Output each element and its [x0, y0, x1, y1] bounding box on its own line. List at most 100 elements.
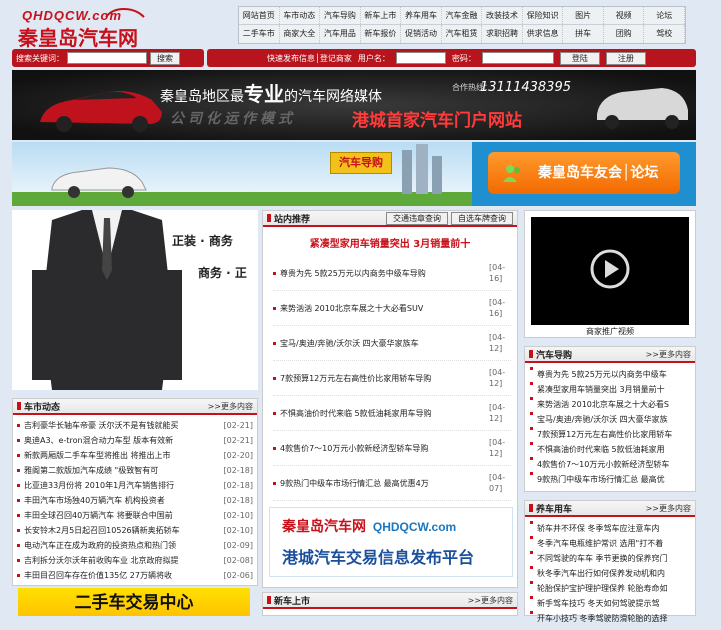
list-item[interactable]: 4款售价7～10万元小款新经济型轿车导购 [04-12] [273, 431, 511, 466]
list-item[interactable]: 丰田目召回车存在价值135亿 27万辆将收 [02-06] [17, 568, 253, 583]
list-item[interactable]: 轮胎保护宝护理护理保养 轮胎寿命如 [530, 581, 690, 596]
search-input[interactable] [67, 52, 147, 64]
nav-item[interactable]: 供求信息 [523, 25, 564, 43]
care-item-title[interactable]: 轿车井不环保 冬季驾车应注意车内 [537, 521, 660, 536]
nav-item[interactable]: 改装技术 [482, 7, 523, 24]
nav-item[interactable]: 拼车 [563, 25, 604, 43]
list-item[interactable]: 吉利拆分沃尔沃年前收购车业 北京政府拟提 [02-08] [17, 553, 253, 568]
care-item-title[interactable]: 开车小技巧 冬季驾驶防滑轮胎的选择 [537, 611, 668, 626]
top-banner[interactable]: 秦皇岛地区最专业的汽车网络媒体 合作热线： 13111438395 公司化运作模… [12, 70, 696, 140]
care-item-title[interactable]: 新手驾车技巧 冬天如何驾驶提示驾 [537, 596, 660, 611]
guide-sign[interactable]: 汽车导购 [330, 152, 392, 174]
nav-item[interactable]: 图片 [563, 7, 604, 24]
newcar-more-link[interactable]: >>更多内容 [468, 595, 513, 606]
guide-item-title[interactable]: 来势汹汹 2010北京车展之十大必看S [537, 397, 669, 412]
nav-item[interactable]: 商家大全 [280, 25, 321, 43]
list-item[interactable]: 奥迪A3、e-tron混合动力车型 版本有效新 [02-21] [17, 433, 253, 448]
traffic-violation-button[interactable]: 交通违章查询 [386, 211, 448, 225]
nav-item[interactable]: 新车报价 [361, 25, 402, 43]
nav-item[interactable]: 车市动态 [280, 7, 321, 24]
nav-item[interactable]: 团购 [604, 25, 645, 43]
featured-item-title[interactable]: 宝马/奥迪/奔驰/沃尔沃 四大豪华家族车 [280, 339, 419, 348]
news-item-title[interactable]: 雅阁第二款版加汽车成绩 "极致智有可 [24, 466, 158, 475]
list-item[interactable]: 来势汹汹 2010北京车展之十大必看SUV [04-16] [273, 291, 511, 326]
care-item-title[interactable]: 轮胎保护宝护理护理保养 轮胎寿命如 [537, 581, 668, 596]
nav-item[interactable]: 视频 [604, 7, 645, 24]
list-item[interactable]: 不惧高油价时代来临 5款低油耗家用车导购 [04-12] [273, 396, 511, 431]
list-item[interactable]: 9款热门中级车市场行情汇总 最高优惠4万 [04-07] [273, 466, 511, 501]
list-item[interactable]: 9款热门中级车市场行情汇总 最高优 [530, 472, 690, 487]
search-button[interactable]: 搜索 [150, 51, 180, 65]
nav-item[interactable]: 汽车金融 [442, 7, 483, 24]
news-item-title[interactable]: 电动汽车正在成为政府的投资热点和热门领 [24, 541, 176, 550]
care-more-link[interactable]: >>更多内容 [646, 503, 691, 514]
list-item[interactable]: 尊贵为先 5款25万元以内商务中级车导购 [04-16] [273, 256, 511, 291]
login-button[interactable]: 登陆 [559, 51, 600, 65]
nav-item[interactable]: 养车用车 [401, 7, 442, 24]
play-icon[interactable] [590, 249, 630, 289]
news-item-title[interactable]: 丰田汽车市场独40万辆汽车 机构投资者 [24, 496, 165, 505]
guide-more-link[interactable]: >>更多内容 [646, 349, 691, 360]
brand-ad[interactable]: 秦皇岛汽车网 QHDQCW.com 港城汽车交易信息发布平台 [269, 507, 513, 577]
featured-item-title[interactable]: 尊贵为先 5款25万元以内商务中级车导购 [280, 269, 426, 278]
nav-item[interactable]: 论坛 [644, 7, 686, 24]
list-item[interactable]: 秋冬季汽车出行如何保养发动机和内 [530, 566, 690, 581]
nav-item[interactable]: 汽车租赁 [442, 25, 483, 43]
register-button[interactable]: 注册 [605, 51, 646, 65]
guide-item-title[interactable]: 宝马/奥迪/奔驰/沃尔沃 四大豪华家族 [537, 412, 668, 427]
car-club-forum-button[interactable]: 秦皇岛车友会│论坛 [488, 152, 680, 194]
list-item[interactable]: 来势汹汹 2010北京车展之十大必看S [530, 397, 690, 412]
list-item[interactable]: 雅阁第二款版加汽车成绩 "极致智有可 [02-18] [17, 463, 253, 478]
news-item-title[interactable]: 奥迪A3、e-tron混合动力车型 版本有效新 [24, 436, 173, 445]
list-item[interactable]: 不惧高油价时代来临 5款低油耗家用 [530, 442, 690, 457]
guide-item-title[interactable]: 4款售价7～10万元小款新经济型轿车 [537, 457, 669, 472]
featured-item-title[interactable]: 9款热门中级车市场行情汇总 最高优惠4万 [280, 479, 429, 488]
nav-item[interactable]: 二手车市 [239, 25, 280, 43]
list-item[interactable]: 新手驾车技巧 冬天如何驾驶提示驾 [530, 596, 690, 611]
list-item[interactable]: 7款预算12万元左右高性价比家用轿车 [530, 427, 690, 442]
plate-query-button[interactable]: 自选车牌查询 [451, 211, 513, 225]
list-item[interactable]: 不同驾驶的车车 季节更换的保养窍门 [530, 551, 690, 566]
fashion-ad[interactable]: 正装 · 商务 商务 · 正 [12, 210, 258, 390]
guide-item-title[interactable]: 9款热门中级车市场行情汇总 最高优 [537, 472, 665, 487]
news-more-link[interactable]: >>更多内容 [208, 401, 253, 412]
list-item[interactable]: 电动汽车正在成为政府的投资热点和热门领 [02-09] [17, 538, 253, 553]
list-item[interactable]: 宝马/奥迪/奔驰/沃尔沃 四大豪华家族 [530, 412, 690, 427]
site-logo[interactable]: QHDQCW.com 秦皇岛汽车网 [18, 7, 146, 50]
nav-item[interactable]: 求职招聘 [482, 25, 523, 43]
featured-item-title[interactable]: 7款预算12万元左右高性价比家用轿车导购 [280, 374, 431, 383]
care-item-title[interactable]: 冬季汽车电瓶维护常识 选用"打不着 [537, 536, 663, 551]
used-car-center-ad[interactable]: 二手车交易中心 [18, 588, 250, 616]
nav-item[interactable]: 网站首页 [239, 7, 280, 24]
news-item-title[interactable]: 丰田目召回车存在价值135亿 27万辆将收 [24, 571, 172, 580]
list-item[interactable]: 新款两厢版二手车车型将推出 将推出上市 [02-20] [17, 448, 253, 463]
news-item-title[interactable]: 比亚迪33月份将 2010年1月汽车销售排行 [24, 481, 174, 490]
list-item[interactable]: 丰田汽车市场独40万辆汽车 机构投资者 [02-18] [17, 493, 253, 508]
list-item[interactable]: 开车小技巧 冬季驾驶防滑轮胎的选择 [530, 611, 690, 626]
nav-item[interactable]: 汽车用品 [320, 25, 361, 43]
list-item[interactable]: 宝马/奥迪/奔驰/沃尔沃 四大豪华家族车 [04-12] [273, 326, 511, 361]
password-input[interactable] [481, 52, 554, 64]
list-item[interactable]: 比亚迪33月份将 2010年1月汽车销售排行 [02-18] [17, 478, 253, 493]
care-item-title[interactable]: 秋冬季汽车出行如何保养发动机和内 [537, 566, 665, 581]
nav-item[interactable]: 汽车导购 [320, 7, 361, 24]
guide-item-title[interactable]: 不惧高油价时代来临 5款低油耗家用 [537, 442, 665, 457]
guide-item-title[interactable]: 7款预算12万元左右高性价比家用轿车 [537, 427, 672, 442]
quick-publish-link[interactable]: 快速发布信息│登记商家 [267, 53, 352, 64]
news-item-title[interactable]: 吉利豪华长轴车帝豪 沃尔沃不是有钱就能买 [24, 421, 179, 430]
list-item[interactable]: 长安铃木2月5日起召回10526辆新奥拓轿车 [02-10] [17, 523, 253, 538]
news-item-title[interactable]: 长安铃木2月5日起召回10526辆新奥拓轿车 [24, 526, 180, 535]
featured-item-title[interactable]: 4款售价7～10万元小款新经济型轿车导购 [280, 444, 428, 453]
list-item[interactable]: 冬季汽车电瓶维护常识 选用"打不着 [530, 536, 690, 551]
care-item-title[interactable]: 不同驾驶的车车 季节更换的保养窍门 [537, 551, 668, 566]
featured-item-title[interactable]: 来势汹汹 2010北京车展之十大必看SUV [280, 304, 423, 313]
list-item[interactable]: 尊贵为先 5款25万元以内商务中级车 [530, 367, 690, 382]
news-item-title[interactable]: 吉利拆分沃尔沃年前收购车业 北京政府拟提 [24, 556, 179, 565]
username-input[interactable] [395, 52, 446, 64]
nav-item[interactable]: 驾校 [644, 25, 686, 43]
news-item-title[interactable]: 新款两厢版二手车车型将推出 将推出上市 [24, 451, 171, 460]
list-item[interactable]: 轿车井不环保 冬季驾车应注意车内 [530, 521, 690, 536]
video-player[interactable] [531, 217, 689, 325]
featured-item-title[interactable]: 不惧高油价时代来临 5款低油耗家用车导购 [280, 409, 432, 418]
list-item[interactable]: 丰田全球召回40万辆汽车 将要联合中国前 [02-10] [17, 508, 253, 523]
